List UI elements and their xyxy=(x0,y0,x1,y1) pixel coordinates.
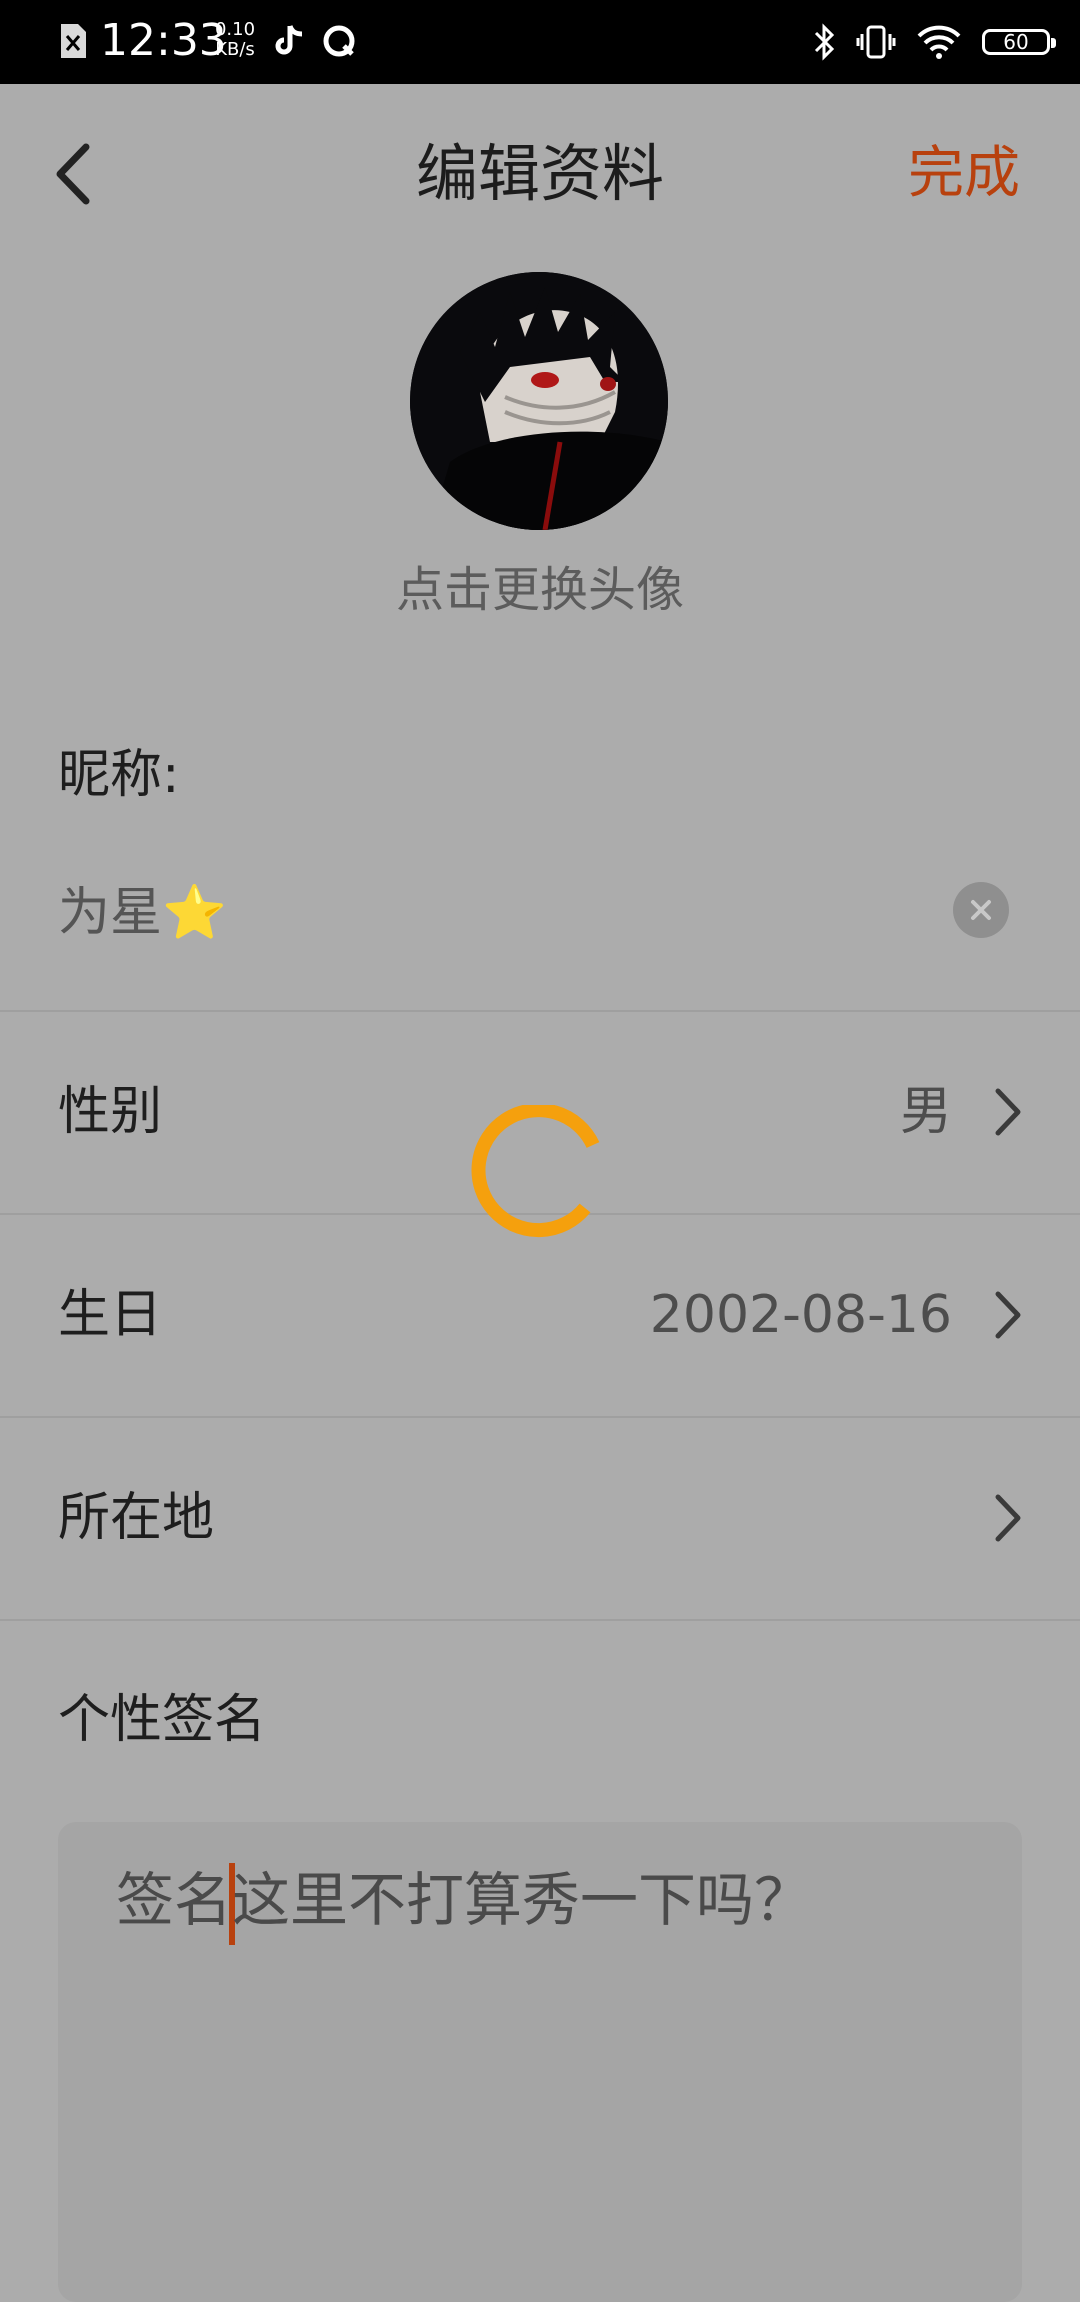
chevron-right-icon xyxy=(995,1291,1021,1339)
loading-spinner-icon xyxy=(471,1105,600,1238)
vibrate-icon xyxy=(856,25,896,59)
location-label: 所在地 xyxy=(58,1488,215,1548)
bluetooth-icon xyxy=(814,23,835,61)
sim-none-icon xyxy=(61,24,86,58)
change-avatar-hint[interactable]: 点击更换头像 xyxy=(0,555,1080,625)
clock: 12:33 xyxy=(100,15,227,66)
qq-icon xyxy=(323,25,355,57)
avatar-image xyxy=(410,272,668,530)
header-bar: 编辑资料 完成 xyxy=(0,84,1080,259)
divider xyxy=(0,1619,1080,1621)
chevron-right-icon xyxy=(995,1088,1021,1136)
battery-icon: 60 xyxy=(982,29,1056,55)
signature-input[interactable]: 签名这里不打算秀一下吗？ xyxy=(58,1822,1022,2302)
chevron-right-icon xyxy=(995,1494,1021,1542)
net-speed: 0.10 KB/s xyxy=(214,19,256,60)
clear-nickname-button[interactable] xyxy=(953,882,1009,938)
birthday-row[interactable]: 生日 2002-08-16 xyxy=(0,1215,1080,1415)
birthday-label: 生日 xyxy=(58,1285,163,1345)
wifi-icon xyxy=(917,25,961,59)
avatar[interactable] xyxy=(410,272,668,530)
gender-value: 男 xyxy=(899,1082,952,1142)
tiktok-icon xyxy=(275,25,303,55)
birthday-value: 2002-08-16 xyxy=(649,1285,952,1345)
location-row[interactable]: 所在地 xyxy=(0,1418,1080,1618)
nickname-input[interactable]: 为星⭐ xyxy=(58,878,227,948)
signature-placeholder: 签名这里不打算秀一下吗？ xyxy=(116,1860,812,1945)
gender-label: 性别 xyxy=(58,1082,163,1142)
close-icon xyxy=(971,900,991,920)
status-bar: 12:33 0.10 KB/s 60 xyxy=(0,0,1080,84)
status-icons: 60 xyxy=(812,20,1056,64)
done-button[interactable]: 完成 xyxy=(908,134,1020,214)
nickname-label: 昵称: xyxy=(58,745,180,805)
signature-label: 个性签名 xyxy=(58,1690,267,1750)
